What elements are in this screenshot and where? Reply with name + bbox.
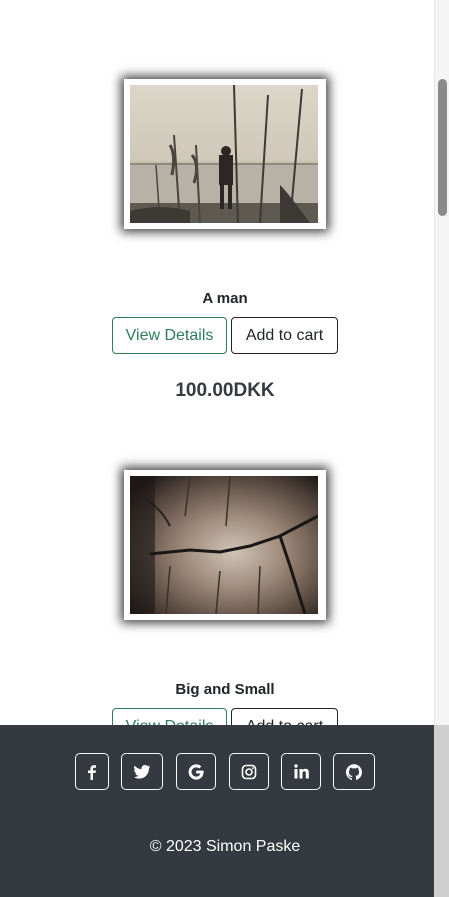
- linkedin-icon: [293, 764, 309, 779]
- footer: © 2023 Simon Paske: [0, 725, 434, 897]
- twitter-icon: [134, 764, 150, 779]
- view-details-button[interactable]: View Details: [112, 317, 227, 354]
- product-name: Big and Small: [175, 681, 275, 698]
- product-photo-frame[interactable]: [124, 79, 326, 229]
- add-to-cart-button[interactable]: Add to cart: [231, 317, 338, 354]
- instagram-link[interactable]: [229, 753, 269, 790]
- facebook-icon: [88, 764, 96, 780]
- page: A man View Details Add to cart 100.00DKK: [0, 0, 449, 897]
- github-icon: [346, 763, 362, 780]
- product-actions: View Details Add to cart: [112, 317, 338, 355]
- product-name: A man: [202, 290, 248, 307]
- tree-bark-photo: [130, 476, 318, 614]
- linkedin-link[interactable]: [281, 753, 321, 790]
- scrollbar-track-lower[interactable]: [434, 725, 449, 897]
- product-price: 100.00DKK: [175, 380, 275, 401]
- facebook-link[interactable]: [75, 753, 109, 790]
- product-photo-frame[interactable]: [124, 470, 326, 620]
- copyright-text: © 2023 Simon Paske: [149, 838, 301, 855]
- scrollbar-thumb[interactable]: [438, 79, 447, 216]
- github-link[interactable]: [333, 753, 375, 790]
- twitter-link[interactable]: [121, 753, 163, 790]
- instagram-icon: [241, 764, 257, 779]
- man-by-the-sea-photo: [130, 85, 318, 223]
- google-link[interactable]: [176, 753, 216, 790]
- google-icon: [188, 763, 204, 780]
